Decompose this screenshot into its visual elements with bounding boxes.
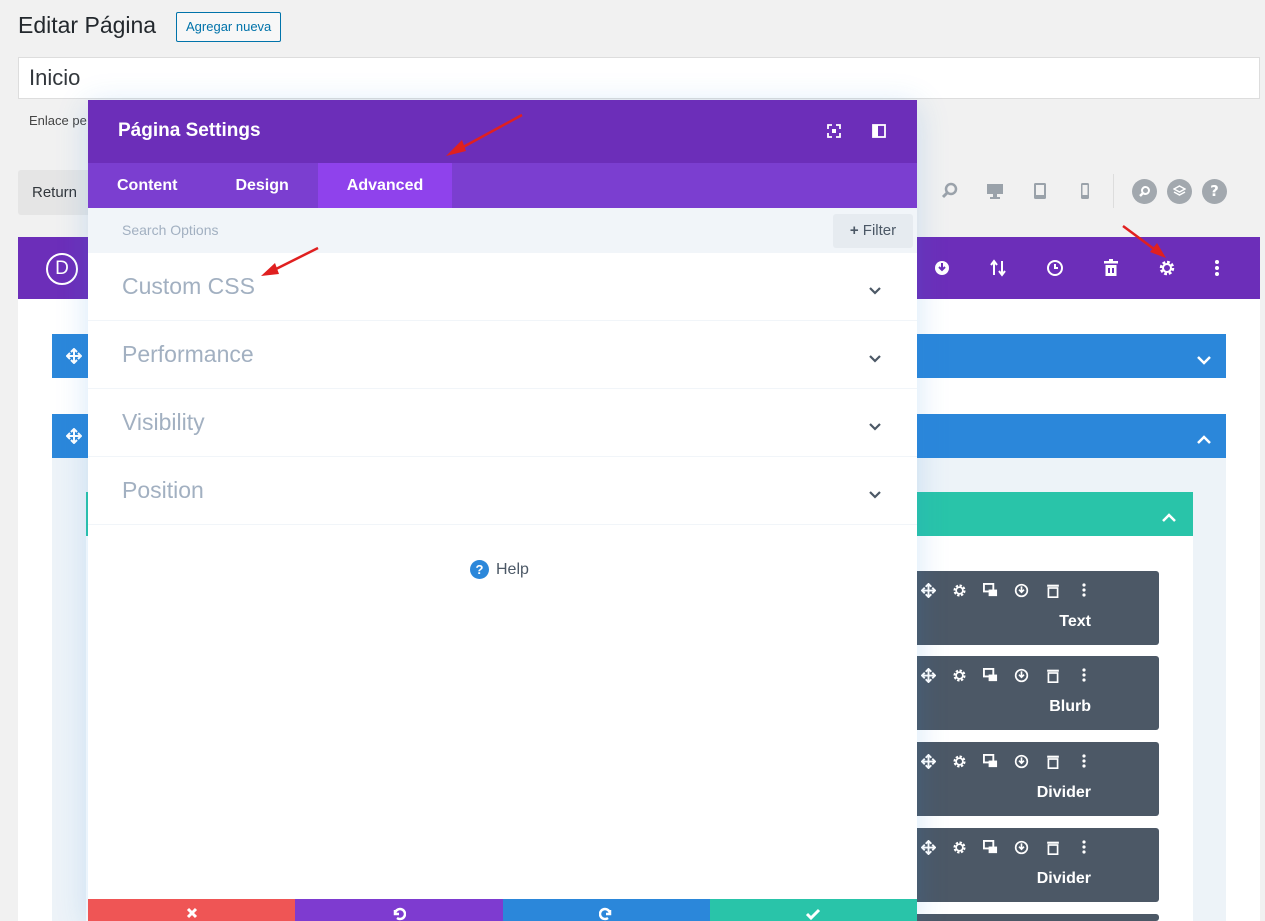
chevron-down-icon[interactable] [868,416,882,435]
toggle-position[interactable]: Position [88,457,917,525]
annotation-arrow [1122,224,1166,258]
page-settings-modal: Página Settings Content Design Advanced … [88,100,917,921]
toggle-label: Position [122,477,204,503]
more-icon[interactable] [1206,257,1228,279]
move-icon[interactable] [913,754,944,769]
trash-icon[interactable] [1037,583,1068,598]
plus-icon: + [849,222,859,239]
power-icon[interactable] [1006,583,1037,598]
add-new-button[interactable]: Agregar nueva [176,12,282,42]
permalink-label: Enlace pe [29,113,87,128]
module-blurb[interactable]: Blurb [895,656,1159,730]
power-icon[interactable] [1006,754,1037,769]
history-icon[interactable] [1044,257,1066,279]
modal-footer [88,899,917,921]
move-icon[interactable] [913,583,944,598]
more-icon[interactable] [1068,668,1099,683]
module-actions [913,840,1099,855]
duplicate-icon[interactable] [975,840,1006,855]
chevron-down-icon[interactable] [868,280,882,299]
snap-sidebar-icon[interactable] [870,122,888,140]
page-title: Editar Página [18,12,157,38]
module-divider[interactable]: Divider [895,742,1159,816]
chevron-up-icon[interactable] [1196,430,1212,449]
modal-tabs: Content Design Advanced [88,163,917,208]
more-icon[interactable] [1068,754,1099,769]
toggle-performance[interactable]: Performance [88,321,917,389]
power-icon[interactable] [1006,668,1037,683]
more-icon[interactable] [1068,583,1099,598]
module-actions [913,583,1099,598]
toggle-label: Custom CSS [122,273,255,299]
modal-title: Página Settings [118,120,261,141]
filter-label: Filter [862,222,897,239]
toggle-visibility[interactable]: Visibility [88,389,917,457]
tab-design[interactable]: Design [206,163,317,208]
desktop-icon[interactable] [980,176,1010,206]
redo-button[interactable] [502,899,710,921]
help-label: Help [496,560,529,578]
module-text[interactable]: Text [895,571,1159,645]
toolbar-divider [1113,174,1114,208]
more-icon[interactable] [1068,840,1099,855]
filter-button[interactable]: + Filter [833,214,913,248]
duplicate-icon[interactable] [975,583,1006,598]
fullscreen-icon[interactable] [825,122,843,140]
search-options-input[interactable]: Search Options [122,222,219,238]
gear-icon[interactable] [944,754,975,769]
gear-icon[interactable] [944,840,975,855]
gear-icon[interactable] [944,583,975,598]
save-button[interactable] [709,899,917,921]
layers-icon[interactable] [1167,178,1192,204]
module-label: Text [1059,613,1091,630]
search-circle-icon[interactable] [1132,178,1157,204]
search-row: Search Options + Filter [88,208,917,253]
module-divider[interactable]: Divider [895,828,1159,902]
chevron-down-icon[interactable] [868,348,882,367]
module-label: Divider [1036,870,1091,887]
module-partial[interactable] [895,914,1159,921]
trash-icon[interactable] [1037,754,1068,769]
module-actions [913,668,1099,683]
trash-icon[interactable] [1037,668,1068,683]
trash-icon[interactable] [1037,840,1068,855]
help-icon[interactable]: ? [1202,178,1227,204]
help-link[interactable]: ? Help [470,560,529,579]
phone-icon[interactable] [1070,176,1100,206]
toggle-label: Visibility [122,409,205,435]
annotation-arrow [261,246,319,276]
power-icon[interactable] [1006,840,1037,855]
chevron-down-icon[interactable] [868,484,882,503]
post-title-input[interactable]: Inicio [18,57,1260,99]
builder-toolbar: ? [935,174,1237,208]
move-icon[interactable] [65,427,83,448]
module-label: Blurb [1049,698,1091,715]
module-label: Divider [1036,784,1091,801]
duplicate-icon[interactable] [975,754,1006,769]
undo-button[interactable] [295,899,503,921]
chevron-down-icon[interactable] [1196,350,1212,369]
power-icon[interactable] [931,257,953,279]
tab-content[interactable]: Content [88,163,206,208]
chevron-up-icon[interactable] [1161,508,1177,527]
move-icon[interactable] [913,840,944,855]
tab-advanced[interactable]: Advanced [317,163,453,208]
discard-button[interactable] [88,899,296,921]
gear-icon[interactable] [944,668,975,683]
divi-logo: D [46,253,78,285]
portability-icon[interactable] [987,257,1009,279]
module-actions [913,754,1099,769]
duplicate-icon[interactable] [975,668,1006,683]
tablet-icon[interactable] [1025,176,1055,206]
move-icon[interactable] [913,668,944,683]
toggle-label: Performance [122,341,254,367]
annotation-arrow [446,113,523,156]
toggle-custom-css[interactable]: Custom CSS [88,253,917,321]
move-icon[interactable] [65,347,83,368]
zoom-icon[interactable] [935,176,965,206]
help-icon: ? [470,560,489,579]
